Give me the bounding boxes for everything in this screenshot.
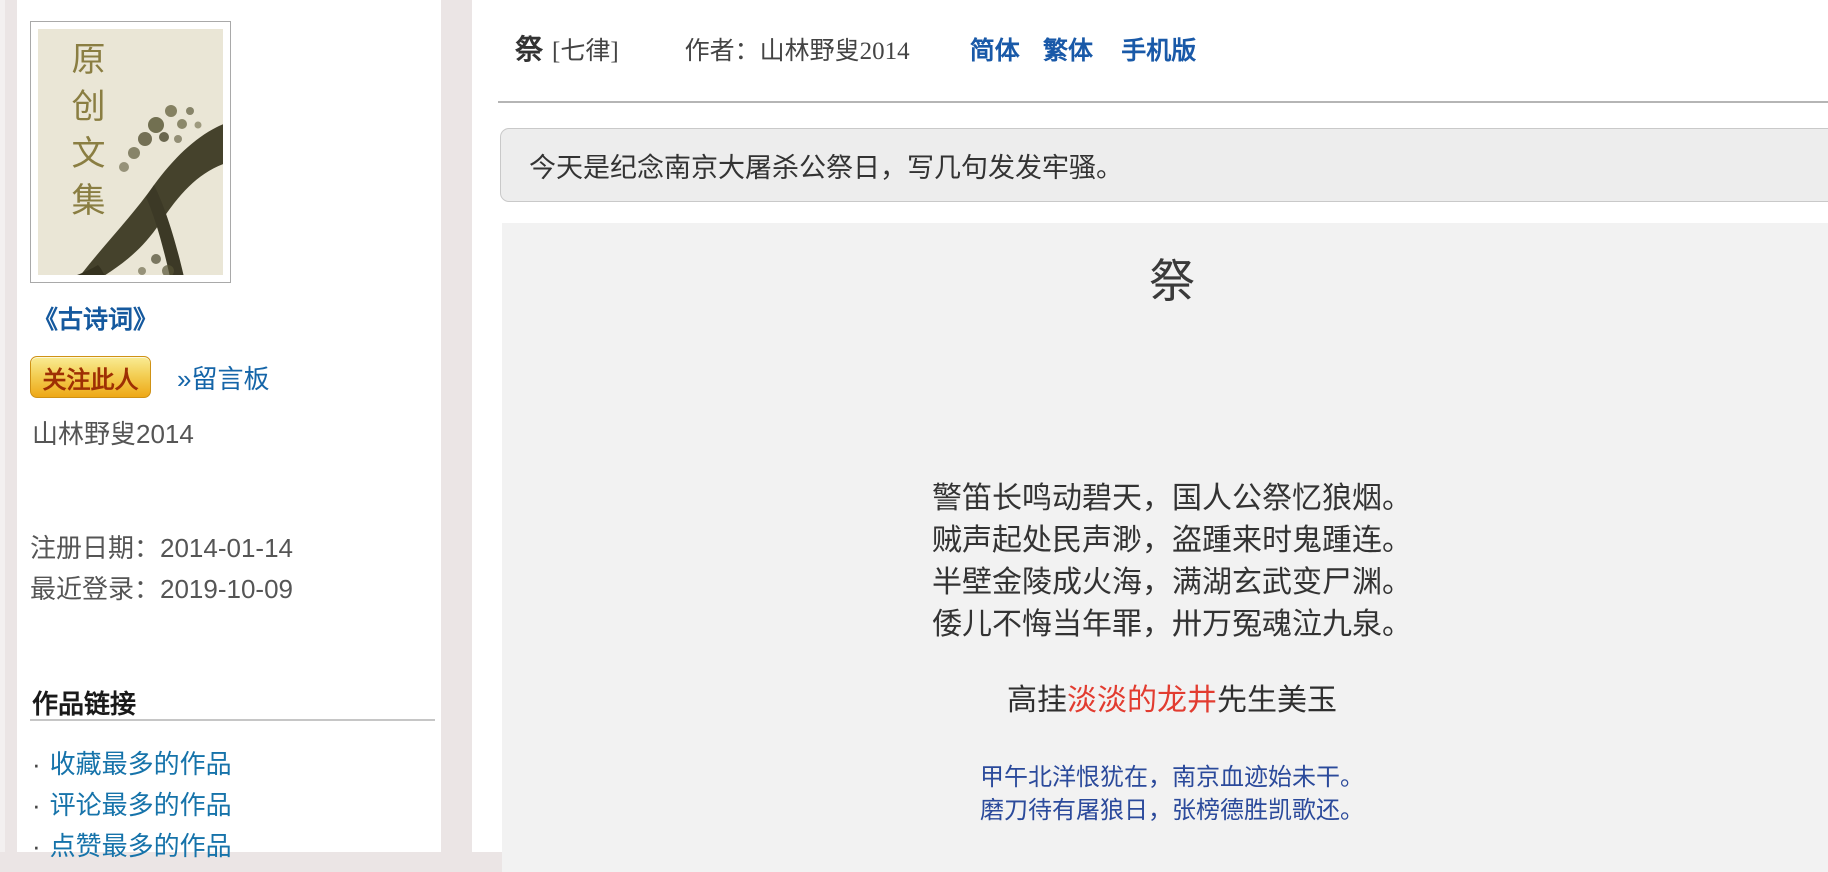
poem-line: 倭儿不悔当年罪，卅万冤魂泣九泉。 bbox=[502, 604, 1828, 646]
couplet-line: 磨刀待有屠狼日，张榜德胜凯歌还。 bbox=[502, 795, 1828, 828]
poem-line: 警笛长鸣动碧天，国人公祭忆狼烟。 bbox=[502, 478, 1828, 520]
poem-line: 半壁金陵成火海，满湖玄武变尸渊。 bbox=[502, 562, 1828, 604]
work-link-item: · 点赞最多的作品 bbox=[32, 826, 232, 867]
header-links: 简体 繁体 手机版 bbox=[970, 34, 1197, 70]
dedication-line: 高挂淡淡的龙井先生美玉 bbox=[502, 680, 1828, 722]
last-login-date: 最近登录：2019-10-09 bbox=[30, 569, 293, 610]
couplet-block: 甲午北洋恨犹在，南京血迹始未干。 磨刀待有屠狼日，张榜德胜凯歌还。 bbox=[502, 762, 1828, 828]
notice-banner: 今天是纪念南京大屠杀公祭日，写几句发发牢骚。 bbox=[500, 128, 1828, 202]
account-dates: 注册日期：2014-01-14 最近登录：2019-10-09 bbox=[30, 528, 293, 610]
poem-title: 祭 bbox=[502, 256, 1828, 308]
header-divider bbox=[498, 101, 1828, 103]
sidebar: 原创文集 《古诗词》 关注此人 »留言板 山林野叟2014 注册日期：2014-… bbox=[17, 0, 441, 852]
bullet-icon: · bbox=[32, 749, 41, 779]
main-area: 祭 [七律] 作者：山林野叟2014 简体 繁体 手机版 今天是纪念南京大屠杀公… bbox=[472, 0, 1828, 852]
dedication-suffix: 先生美玉 bbox=[1217, 684, 1337, 717]
collection-title-link[interactable]: 《古诗词》 bbox=[33, 300, 158, 336]
notice-text: 今天是纪念南京大屠杀公祭日，写几句发发牢骚。 bbox=[529, 146, 1123, 185]
simplified-chinese-link[interactable]: 简体 bbox=[970, 38, 1020, 65]
most-commented-link[interactable]: 评论最多的作品 bbox=[50, 790, 232, 820]
works-section-divider bbox=[30, 719, 435, 721]
couplet-line: 甲午北洋恨犹在，南京血迹始未干。 bbox=[502, 762, 1828, 795]
dedication-user-link[interactable]: 淡淡的龙井 bbox=[1067, 684, 1217, 717]
follow-row: 关注此人 »留言板 bbox=[30, 356, 269, 398]
work-link-item: · 评论最多的作品 bbox=[32, 785, 232, 826]
poem-body: 警笛长鸣动碧天，国人公祭忆狼烟。 贼声起处民声渺，盗踵来时鬼踵连。 半壁金陵成火… bbox=[502, 478, 1828, 646]
works-section-title: 作品链接 bbox=[32, 684, 136, 721]
page-header: 祭 [七律] 作者：山林野叟2014 简体 繁体 手机版 bbox=[515, 32, 1196, 70]
works-link-list: · 收藏最多的作品 · 评论最多的作品 · 点赞最多的作品 bbox=[32, 744, 232, 867]
poem-content-area: 祭 警笛长鸣动碧天，国人公祭忆狼烟。 贼声起处民声渺，盗踵来时鬼踵连。 半壁金陵… bbox=[502, 223, 1828, 872]
cover-art-image: 原创文集 bbox=[38, 29, 223, 275]
mobile-version-link[interactable]: 手机版 bbox=[1121, 38, 1196, 65]
page-left-edge bbox=[0, 0, 5, 852]
poem-title-header: 祭 bbox=[515, 32, 543, 68]
message-board-link[interactable]: »留言板 bbox=[177, 359, 269, 396]
dedication-prefix: 高挂 bbox=[1007, 684, 1067, 717]
most-favorited-link[interactable]: 收藏最多的作品 bbox=[50, 749, 232, 779]
bullet-icon: · bbox=[32, 831, 41, 861]
username-text: 山林野叟2014 bbox=[32, 414, 194, 451]
register-date: 注册日期：2014-01-14 bbox=[30, 528, 293, 569]
poem-line: 贼声起处民声渺，盗踵来时鬼踵连。 bbox=[502, 520, 1828, 562]
collection-cover-link[interactable]: 原创文集 bbox=[30, 21, 231, 283]
work-link-item: · 收藏最多的作品 bbox=[32, 744, 232, 785]
traditional-chinese-link[interactable]: 繁体 bbox=[1043, 38, 1093, 65]
genre-tag: [七律] bbox=[552, 34, 619, 70]
follow-user-button[interactable]: 关注此人 bbox=[30, 356, 151, 398]
most-liked-link[interactable]: 点赞最多的作品 bbox=[50, 831, 232, 861]
cover-vertical-title: 原创文集 bbox=[60, 41, 109, 229]
bullet-icon: · bbox=[32, 790, 41, 820]
author-line: 作者：山林野叟2014 bbox=[685, 34, 910, 70]
